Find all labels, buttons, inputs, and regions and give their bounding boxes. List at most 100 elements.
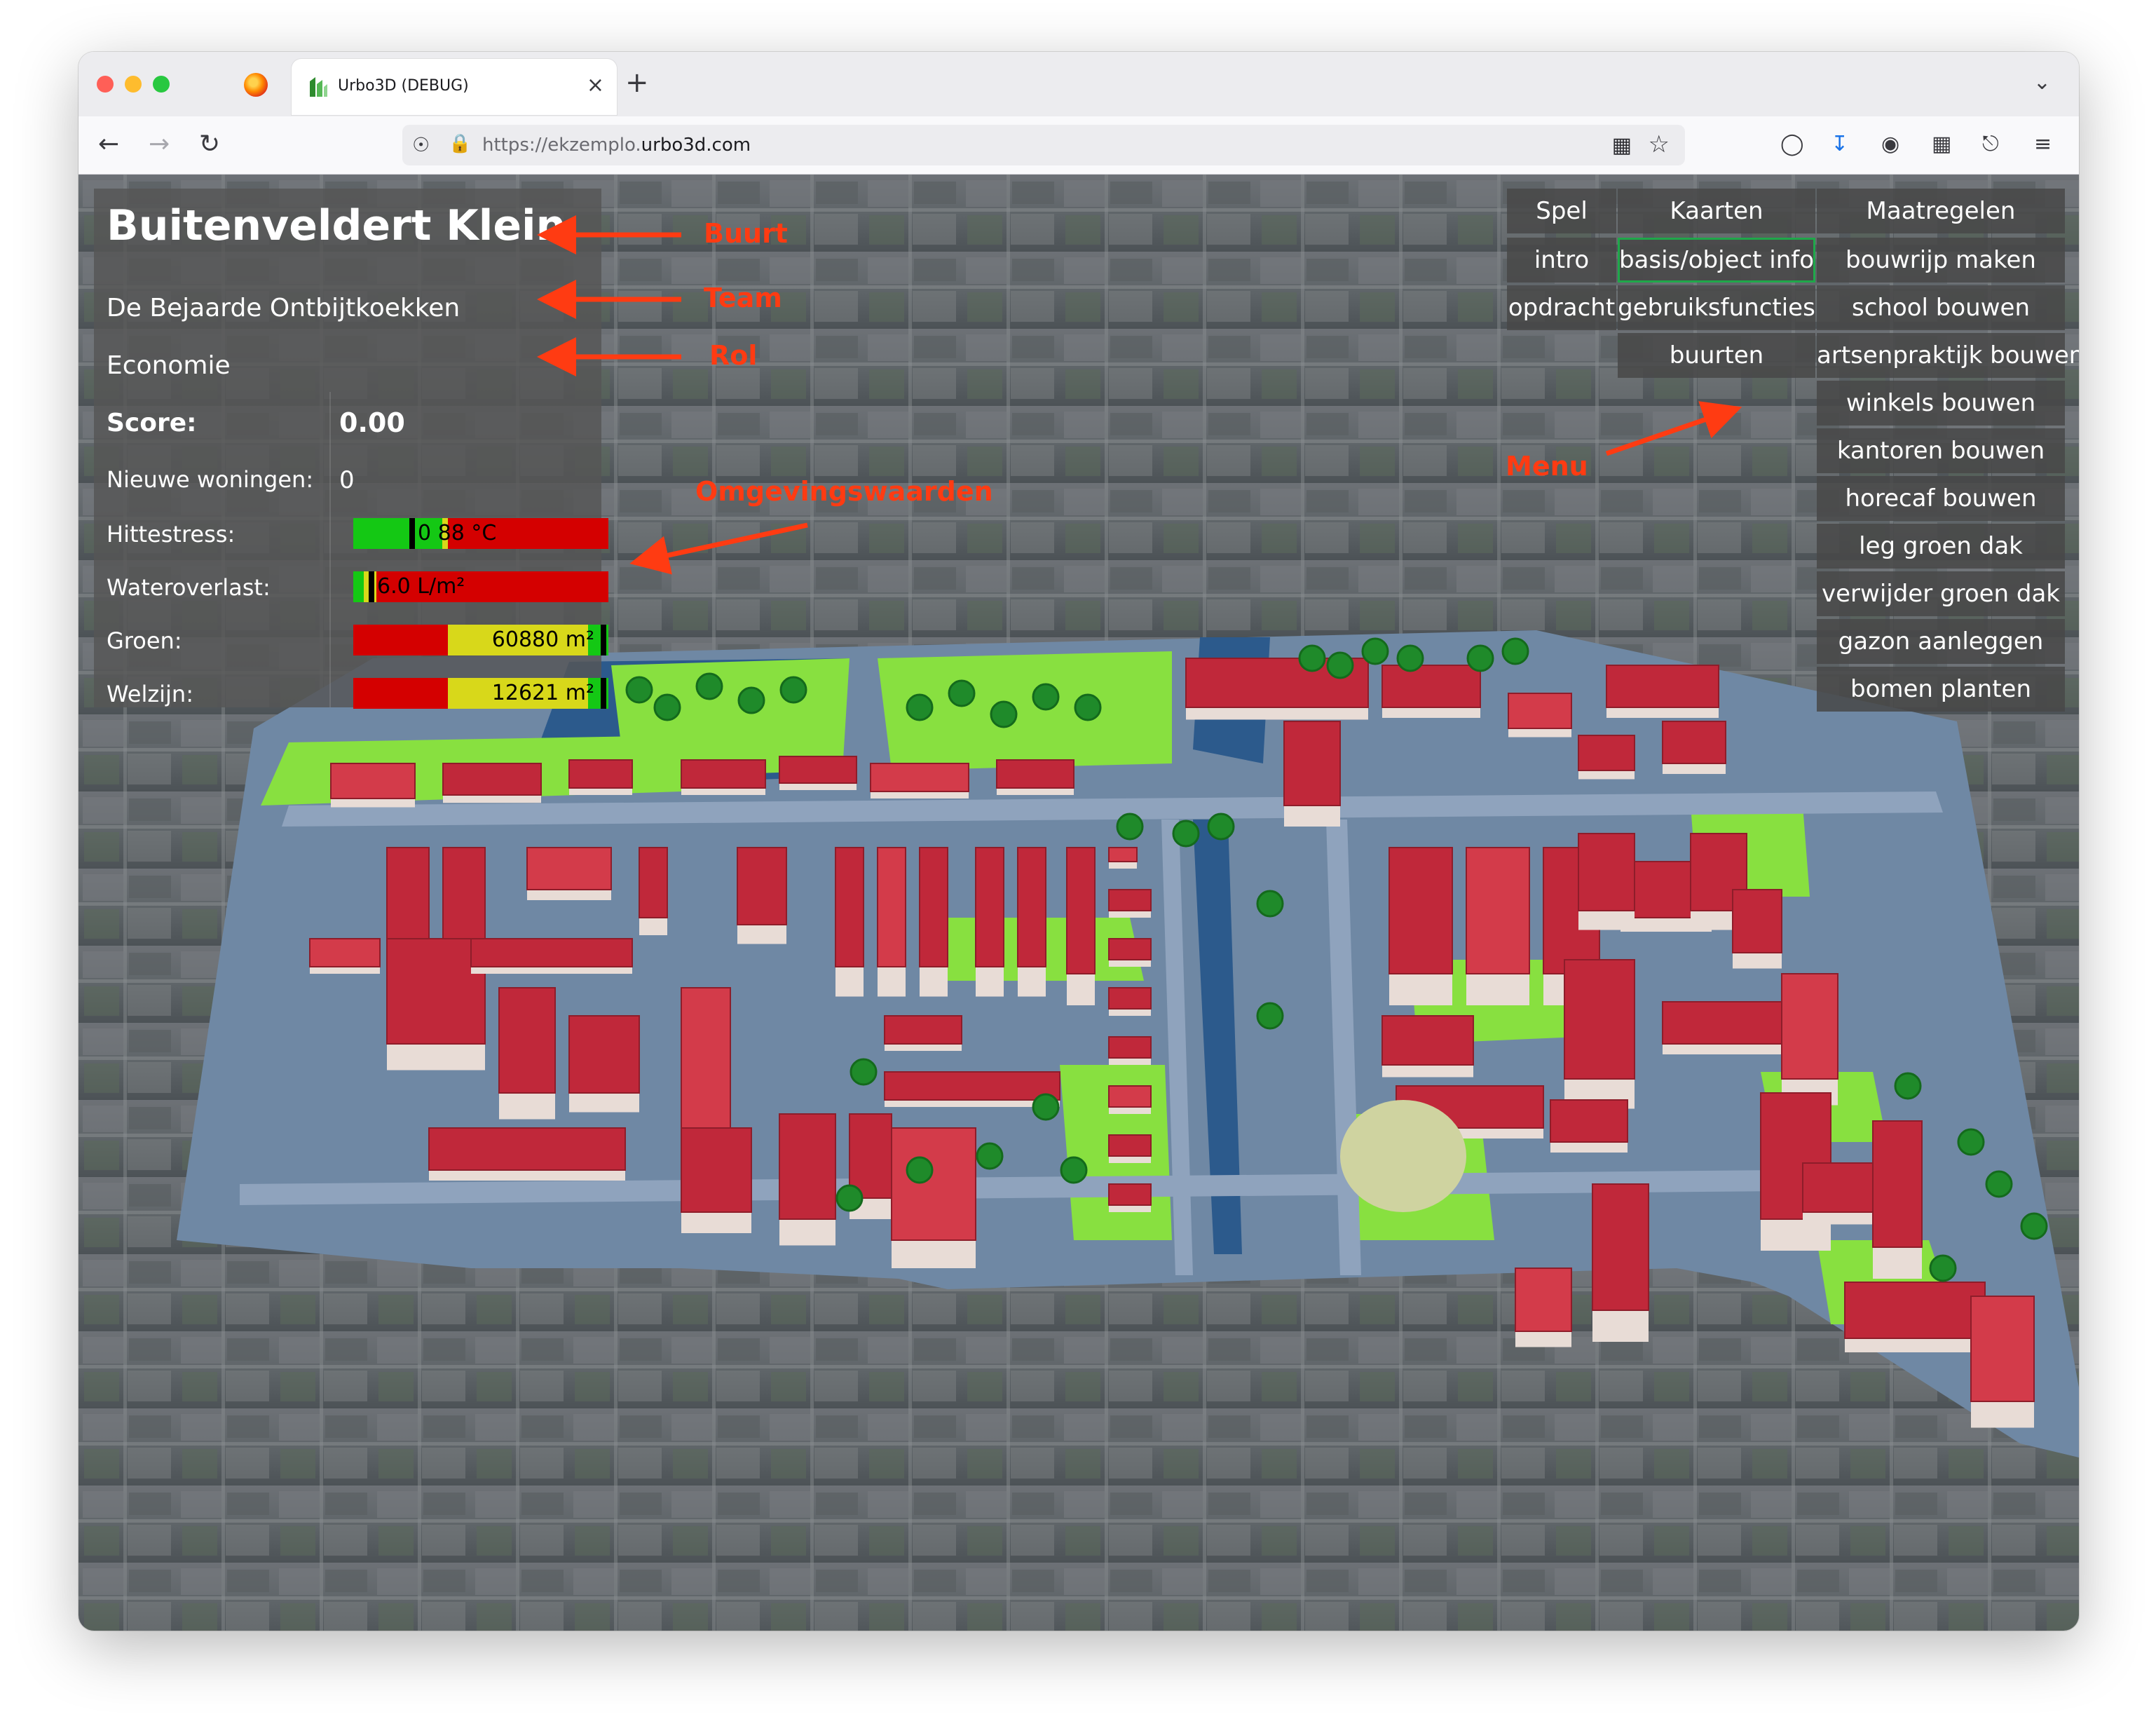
tree <box>1256 1002 1284 1030</box>
pocket-icon[interactable]: ◯ <box>1780 132 1804 156</box>
menu-item-leg-groen-dak[interactable]: leg groen dak <box>1817 524 2065 569</box>
window-close-button[interactable] <box>97 76 114 93</box>
tree <box>1060 1156 1088 1184</box>
3d-viewport[interactable]: Buitenveldert Klein De Bejaarde Ontbijtk… <box>79 175 2079 1631</box>
menu-item-bomen-planten[interactable]: bomen planten <box>1817 667 2065 712</box>
reload-icon[interactable]: ↻ <box>199 128 220 161</box>
building-roof <box>835 847 864 967</box>
building-roof <box>386 847 430 946</box>
building-roof <box>1381 1015 1474 1066</box>
building-roof <box>1662 721 1726 764</box>
tree <box>1957 1128 1985 1156</box>
building-roof <box>442 763 542 796</box>
score-label: Score: <box>107 409 197 437</box>
address-bar[interactable]: ☉ 🔒 https://ekzemplo.urbo3d.com ▦ ☆ <box>402 125 1685 165</box>
building-wall <box>1733 953 1782 969</box>
tab-list-chevron-icon[interactable]: ⌄ <box>2033 70 2051 95</box>
firefox-icon[interactable] <box>244 73 268 97</box>
building-roof <box>330 763 416 799</box>
menu-item-buurten[interactable]: buurten <box>1618 333 1815 378</box>
building-wall <box>1663 763 1726 774</box>
tree <box>737 686 765 714</box>
building-wall <box>1578 911 1635 930</box>
annotation-team: Team <box>704 283 782 313</box>
building-wall <box>1018 967 1046 997</box>
menu-item-kantoren-bouwen[interactable]: kantoren bouwen <box>1817 428 2065 473</box>
menu-header-maatregelen[interactable]: Maatregelen <box>1817 189 2065 233</box>
building-roof <box>1381 665 1481 708</box>
url-text[interactable]: https://ekzemplo.urbo3d.com <box>482 135 751 156</box>
menu-item-intro[interactable]: intro <box>1507 238 1616 283</box>
extension-icon[interactable]: ⎋ <box>1982 132 1999 156</box>
building-wall <box>681 1212 751 1233</box>
browser-window: Urbo3D (DEBUG) × + ⌄ ← → ↻ ☉ 🔒 https://e… <box>79 52 2079 1631</box>
back-icon[interactable]: ← <box>98 128 119 161</box>
menu-item-bouwrijp-maken[interactable]: bouwrijp maken <box>1817 238 2065 283</box>
tree <box>1985 1170 2013 1198</box>
building-roof <box>884 1071 1060 1101</box>
info-panel: Buitenveldert Klein De Bejaarde Ontbijtk… <box>94 189 608 709</box>
building-roof <box>1108 1036 1152 1059</box>
menu-item-school-bouwen[interactable]: school bouwen <box>1817 285 2065 330</box>
building-wall <box>1109 862 1137 869</box>
building-wall <box>527 890 611 900</box>
window-maximize-button[interactable] <box>153 76 170 93</box>
tree <box>653 693 681 721</box>
building-roof <box>996 759 1074 789</box>
building-roof <box>442 847 486 939</box>
building-roof <box>470 938 633 967</box>
menu-item-gazon-aanleggen[interactable]: gazon aanleggen <box>1817 619 2065 664</box>
menu-item-winkels-bouwen[interactable]: winkels bouwen <box>1817 381 2065 426</box>
building-roof <box>1844 1282 1986 1339</box>
forward-icon[interactable]: → <box>149 128 170 161</box>
new-houses-label: Nieuwe woningen: <box>107 466 314 493</box>
new-tab-button[interactable]: + <box>625 67 649 98</box>
apps-icon[interactable]: ▦ <box>1932 132 1951 156</box>
tree <box>835 1184 864 1212</box>
building-wall <box>681 788 765 795</box>
bookmark-star-icon[interactable]: ☆ <box>1649 130 1670 158</box>
tree <box>976 1142 1004 1170</box>
tree <box>1032 1093 1060 1121</box>
menu-item-artsenpraktijk-bouwen[interactable]: artsenpraktijk bouwen <box>1817 333 2079 378</box>
tab-urbo3d[interactable]: Urbo3D (DEBUG) × <box>292 59 617 115</box>
lock-icon[interactable]: 🔒 <box>449 133 471 154</box>
download-icon[interactable]: ↧ <box>1831 132 1848 156</box>
annotation-omgevingswaarden: Omgevingswaarden <box>695 476 993 507</box>
building-roof <box>1515 1268 1572 1332</box>
shield-icon[interactable]: ☉ <box>412 133 430 156</box>
menu-item-basis-object-info[interactable]: basis/object info <box>1618 238 1815 283</box>
tab-strip: Urbo3D (DEBUG) × + ⌄ <box>79 52 2079 116</box>
profile-icon[interactable]: ◉ <box>1881 132 1899 156</box>
menu-header-spel[interactable]: Spel <box>1507 189 1616 233</box>
building-wall <box>878 967 906 997</box>
extensions-grid-icon[interactable]: ▦ <box>1612 133 1632 158</box>
building-roof <box>1662 1001 1789 1045</box>
menu-header-kaarten[interactable]: Kaarten <box>1618 189 1815 233</box>
menu-item-verwijder-groen-dak[interactable]: verwijder groen dak <box>1817 571 2065 616</box>
building-wall <box>310 967 380 974</box>
tree <box>1172 820 1200 848</box>
bar-marker <box>601 625 606 655</box>
new-houses-value: 0 <box>339 466 355 494</box>
welfare-value: 12621 m² <box>491 681 594 705</box>
plaza <box>1340 1100 1466 1212</box>
window-minimize-button[interactable] <box>125 76 142 93</box>
building-wall <box>1186 707 1368 720</box>
hamburger-menu-icon[interactable]: ≡ <box>2034 132 2052 156</box>
building-wall <box>639 918 667 935</box>
menu-item-gebruiksfuncties[interactable]: gebruiksfuncties <box>1618 285 1815 330</box>
tree <box>1298 644 1326 672</box>
building-wall <box>1515 1331 1571 1347</box>
building-roof <box>681 759 766 789</box>
annotation-menu: Menu <box>1506 451 1588 482</box>
close-tab-icon[interactable]: × <box>587 73 604 98</box>
building-roof <box>877 847 906 967</box>
menu-item-horecaf-bouwen[interactable]: horecaf bouwen <box>1817 476 2065 521</box>
building-wall <box>835 967 864 997</box>
bar-marker <box>369 571 374 602</box>
menu-item-opdracht[interactable]: opdracht <box>1507 285 1616 330</box>
tree <box>1396 644 1424 672</box>
url-prefix: https://ekzemplo. <box>482 135 641 156</box>
heat-stress-label: Hittestress: <box>107 521 236 548</box>
